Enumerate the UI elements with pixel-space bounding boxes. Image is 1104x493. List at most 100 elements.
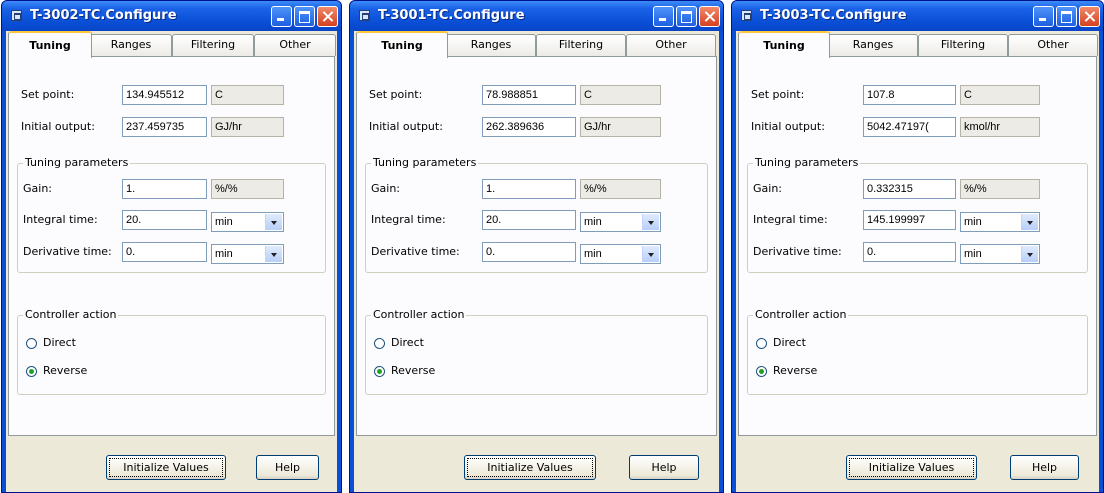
- initialize-values-button[interactable]: Initialize Values: [846, 455, 977, 480]
- tab-ranges[interactable]: Ranges: [828, 34, 918, 56]
- tuning-parameters-legend: Tuning parameters: [23, 156, 131, 169]
- initial-output-input[interactable]: 262.389636: [482, 117, 576, 137]
- chevron-down-icon[interactable]: [265, 214, 282, 230]
- close-icon[interactable]: [1079, 6, 1100, 27]
- tab-tuning[interactable]: Tuning: [8, 31, 92, 58]
- title-bar[interactable]: T-3001-TC.Configure: [350, 1, 723, 31]
- initial-output-input[interactable]: 237.459735: [122, 117, 207, 137]
- window-title: T-3003-TC.Configure: [760, 8, 907, 23]
- derivative-time-unit-select[interactable]: min: [580, 244, 661, 264]
- select-value: min: [964, 248, 982, 260]
- minimize-icon[interactable]: [271, 6, 292, 27]
- direct-radio[interactable]: [756, 338, 767, 349]
- gain-label: Gain:: [23, 182, 52, 195]
- gain-input[interactable]: 1.: [482, 179, 576, 199]
- direct-label: Direct: [391, 336, 424, 349]
- maximize-icon[interactable]: [1056, 6, 1077, 27]
- select-value: min: [964, 216, 982, 228]
- window-icon: [11, 10, 22, 21]
- set-point-unit: C: [580, 85, 661, 105]
- minimize-icon[interactable]: [653, 6, 674, 27]
- set-point-label: Set point:: [369, 88, 423, 101]
- maximize-icon[interactable]: [676, 6, 697, 27]
- set-point-input[interactable]: 134.945512: [122, 85, 207, 105]
- controller-action-group: Controller action Direct Reverse: [17, 308, 326, 395]
- maximize-icon[interactable]: [294, 6, 315, 27]
- direct-label: Direct: [773, 336, 806, 349]
- title-bar[interactable]: T-3003-TC.Configure: [732, 1, 1103, 31]
- tab-filtering[interactable]: Filtering: [536, 34, 626, 56]
- integral-time-input[interactable]: 145.199997: [863, 210, 956, 230]
- chevron-down-icon[interactable]: [642, 246, 659, 262]
- help-button[interactable]: Help: [1010, 455, 1079, 480]
- reverse-radio[interactable]: [756, 366, 767, 377]
- set-point-label: Set point:: [21, 88, 75, 101]
- reverse-radio[interactable]: [26, 366, 37, 377]
- close-icon[interactable]: [317, 6, 338, 27]
- initialize-values-button[interactable]: Initialize Values: [106, 455, 226, 480]
- integral-time-input[interactable]: 20.: [122, 210, 207, 230]
- chevron-down-icon[interactable]: [1021, 246, 1038, 262]
- reverse-label: Reverse: [43, 364, 88, 377]
- derivative-time-unit-select[interactable]: min: [211, 244, 284, 264]
- help-button[interactable]: Help: [629, 455, 699, 480]
- tab-ranges[interactable]: Ranges: [446, 34, 536, 56]
- gain-unit: %/%: [960, 179, 1040, 199]
- integral-time-unit-select[interactable]: min: [580, 212, 661, 232]
- integral-time-label: Integral time:: [753, 213, 828, 226]
- gain-input[interactable]: 1.: [122, 179, 207, 199]
- window-client: Tuning Ranges Filtering Other Set point: 78.9…: [354, 31, 719, 492]
- controller-action-legend: Controller action: [371, 308, 467, 321]
- reverse-radio[interactable]: [374, 366, 385, 377]
- select-value: min: [584, 248, 602, 260]
- integral-time-input[interactable]: 20.: [482, 210, 576, 230]
- tab-ranges[interactable]: Ranges: [90, 34, 172, 56]
- chevron-down-icon[interactable]: [265, 246, 282, 262]
- derivative-time-input[interactable]: 0.: [122, 242, 207, 262]
- set-point-input[interactable]: 78.988851: [482, 85, 576, 105]
- integral-time-unit-select[interactable]: min: [960, 212, 1040, 232]
- integral-time-unit-select[interactable]: min: [211, 212, 284, 232]
- tab-tuning[interactable]: Tuning: [738, 31, 830, 58]
- derivative-time-input[interactable]: 0.: [482, 242, 576, 262]
- gain-input[interactable]: 0.332315: [863, 179, 956, 199]
- set-point-unit: C: [960, 85, 1040, 105]
- initial-output-input[interactable]: 5042.47197(: [863, 117, 956, 137]
- configure-window: T-3002-TC.Configure Tuning Ranges Filtering…: [1, 0, 342, 493]
- window-client: Tuning Ranges Filtering Other Set point: 107.…: [736, 31, 1099, 492]
- controller-action-group: Controller action Direct Reverse: [365, 308, 708, 395]
- tab-filtering[interactable]: Filtering: [918, 34, 1008, 56]
- direct-radio[interactable]: [26, 338, 37, 349]
- initial-output-unit: GJ/hr: [580, 117, 661, 137]
- chevron-down-icon[interactable]: [642, 214, 659, 230]
- select-value: min: [215, 248, 233, 260]
- configure-window: T-3001-TC.Configure Tuning Ranges Filtering…: [349, 0, 724, 493]
- title-bar[interactable]: T-3002-TC.Configure: [2, 1, 341, 31]
- select-value: min: [215, 216, 233, 228]
- close-icon[interactable]: [699, 6, 720, 27]
- tab-panel-tuning: Set point: 134.945512 C Initial output: 237.…: [8, 56, 335, 436]
- tab-filtering[interactable]: Filtering: [172, 34, 254, 56]
- derivative-time-label: Derivative time:: [23, 245, 112, 258]
- reverse-label: Reverse: [391, 364, 436, 377]
- tab-panel-tuning: Set point: 78.988851 C Initial output: 262.3…: [356, 56, 717, 436]
- chevron-down-icon[interactable]: [1021, 214, 1038, 230]
- minimize-icon[interactable]: [1033, 6, 1054, 27]
- direct-radio[interactable]: [374, 338, 385, 349]
- initialize-values-button[interactable]: Initialize Values: [464, 455, 596, 480]
- set-point-input[interactable]: 107.8: [863, 85, 956, 105]
- derivative-time-input[interactable]: 0.: [863, 242, 956, 262]
- initial-output-unit: GJ/hr: [211, 117, 284, 137]
- tab-other[interactable]: Other: [626, 34, 716, 56]
- help-button[interactable]: Help: [256, 455, 319, 480]
- tab-other[interactable]: Other: [1008, 34, 1098, 56]
- tab-panel-tuning: Set point: 107.8 C Initial output: 5042.4719…: [738, 56, 1097, 436]
- gain-unit: %/%: [211, 179, 284, 199]
- tab-tuning[interactable]: Tuning: [356, 31, 448, 58]
- tab-other[interactable]: Other: [254, 34, 336, 56]
- select-value: min: [584, 216, 602, 228]
- derivative-time-unit-select[interactable]: min: [960, 244, 1040, 264]
- configure-window: T-3003-TC.Configure Tuning Ranges Filtering…: [731, 0, 1104, 493]
- integral-time-label: Integral time:: [23, 213, 98, 226]
- controller-action-group: Controller action Direct Reverse: [747, 308, 1088, 395]
